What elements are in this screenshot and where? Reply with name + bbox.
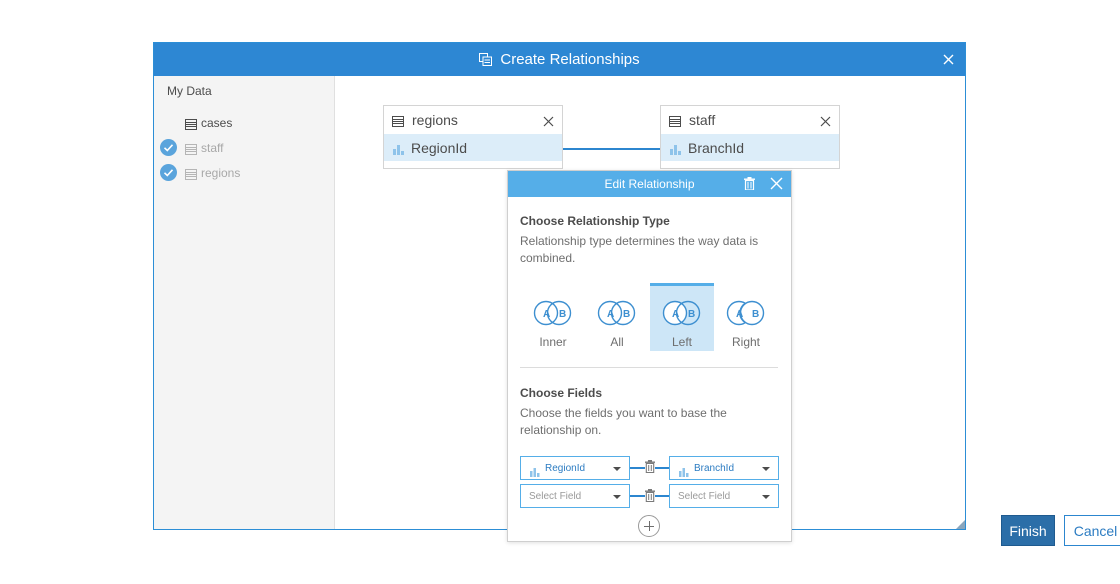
sidebar-item-cases[interactable]: cases	[154, 112, 335, 134]
sidebar-item-label: cases	[201, 116, 233, 130]
join-type-label: All	[610, 335, 624, 349]
sidebar-item-label: regions	[201, 166, 241, 180]
dataset-card-title: regions	[412, 112, 458, 128]
venn-label-b: B	[688, 309, 695, 320]
table-icon	[185, 117, 197, 135]
select-placeholder: Select Field	[529, 491, 582, 502]
dataset-card-staff[interactable]: staff BranchId	[660, 105, 840, 169]
inner-join-icon: A B	[533, 300, 572, 326]
plus-icon[interactable]	[638, 515, 660, 537]
left-join-icon: A B	[662, 300, 701, 326]
right-field-select[interactable]: Select Field	[669, 484, 779, 508]
table-icon	[185, 167, 197, 185]
join-type-label: Right	[731, 335, 760, 349]
resize-grip-icon[interactable]	[956, 520, 965, 529]
dialog-titlebar: Create Relationships	[154, 43, 965, 76]
table-icon	[185, 142, 197, 160]
field-icon	[670, 142, 681, 160]
dataset-card-title: staff	[689, 112, 716, 128]
finish-button[interactable]: Finish	[1001, 515, 1055, 546]
right-field-select[interactable]: BranchId	[669, 456, 779, 480]
chevron-down-icon	[613, 495, 621, 499]
join-type-all[interactable]: A B All	[585, 283, 649, 351]
relationship-type-description: Relationship type determines the way dat…	[520, 234, 759, 265]
trash-icon[interactable]	[744, 177, 755, 195]
sidebar-item-label: staff	[201, 141, 224, 155]
field-icon	[679, 464, 689, 482]
venn-label-b: B	[752, 309, 759, 320]
venn-label-b: B	[623, 309, 630, 320]
trash-icon[interactable]	[645, 489, 655, 507]
select-value: RegionId	[545, 463, 586, 474]
venn-label-a: A	[736, 309, 743, 320]
venn-label-a: A	[607, 309, 614, 320]
close-icon[interactable]	[820, 114, 831, 132]
relationship-icon	[479, 53, 493, 66]
dialog-title: Create Relationships	[500, 51, 640, 68]
trash-icon[interactable]	[645, 460, 655, 478]
join-type-label: Inner	[539, 335, 567, 349]
sidebar-heading: My Data	[167, 84, 212, 98]
choose-fields-description: Choose the fields you want to base the r…	[520, 406, 727, 437]
dataset-card-field-label: RegionId	[411, 140, 468, 156]
select-value: BranchId	[694, 463, 735, 474]
field-icon	[393, 142, 404, 160]
edit-relationship-panel: Edit Relationship Choose Relationship Ty…	[507, 170, 792, 542]
dataset-card-field[interactable]: RegionId	[384, 134, 562, 161]
edit-panel-header: Edit Relationship	[508, 171, 791, 197]
dataset-card-field[interactable]: BranchId	[661, 134, 839, 161]
close-icon[interactable]	[770, 177, 783, 195]
check-icon[interactable]	[160, 139, 177, 156]
my-data-sidebar: My Data cases staff regions	[154, 76, 335, 529]
left-field-select[interactable]: RegionId	[520, 456, 630, 480]
dataset-card-regions[interactable]: regions RegionId	[383, 105, 563, 169]
table-icon	[669, 114, 681, 132]
relationship-type-heading: Choose Relationship Type	[520, 214, 670, 228]
sidebar-item-regions[interactable]: regions	[154, 162, 335, 184]
table-icon	[392, 114, 404, 132]
close-icon[interactable]	[941, 52, 956, 67]
join-type-inner[interactable]: A B Inner	[521, 283, 585, 351]
field-icon	[530, 464, 540, 482]
all-join-icon: A B	[597, 300, 636, 326]
check-icon[interactable]	[160, 164, 177, 181]
dataset-card-field-label: BranchId	[688, 140, 745, 156]
close-icon[interactable]	[543, 114, 554, 132]
chevron-down-icon	[613, 467, 621, 471]
join-type-right[interactable]: A B Right	[714, 283, 778, 351]
select-placeholder: Select Field	[678, 491, 731, 502]
left-field-select[interactable]: Select Field	[520, 484, 630, 508]
join-type-label: Left	[671, 335, 692, 349]
choose-fields-heading: Choose Fields	[520, 386, 603, 400]
chevron-down-icon	[762, 467, 770, 471]
venn-label-b: B	[559, 309, 566, 320]
cancel-button[interactable]: Cancel	[1064, 515, 1120, 546]
join-type-left[interactable]: A B Left	[650, 283, 714, 351]
chevron-down-icon	[762, 495, 770, 499]
right-join-icon: A B	[726, 300, 765, 326]
venn-label-a: A	[672, 309, 679, 320]
sidebar-item-staff[interactable]: staff	[154, 137, 335, 159]
section-divider	[520, 367, 778, 368]
venn-label-a: A	[543, 309, 550, 320]
